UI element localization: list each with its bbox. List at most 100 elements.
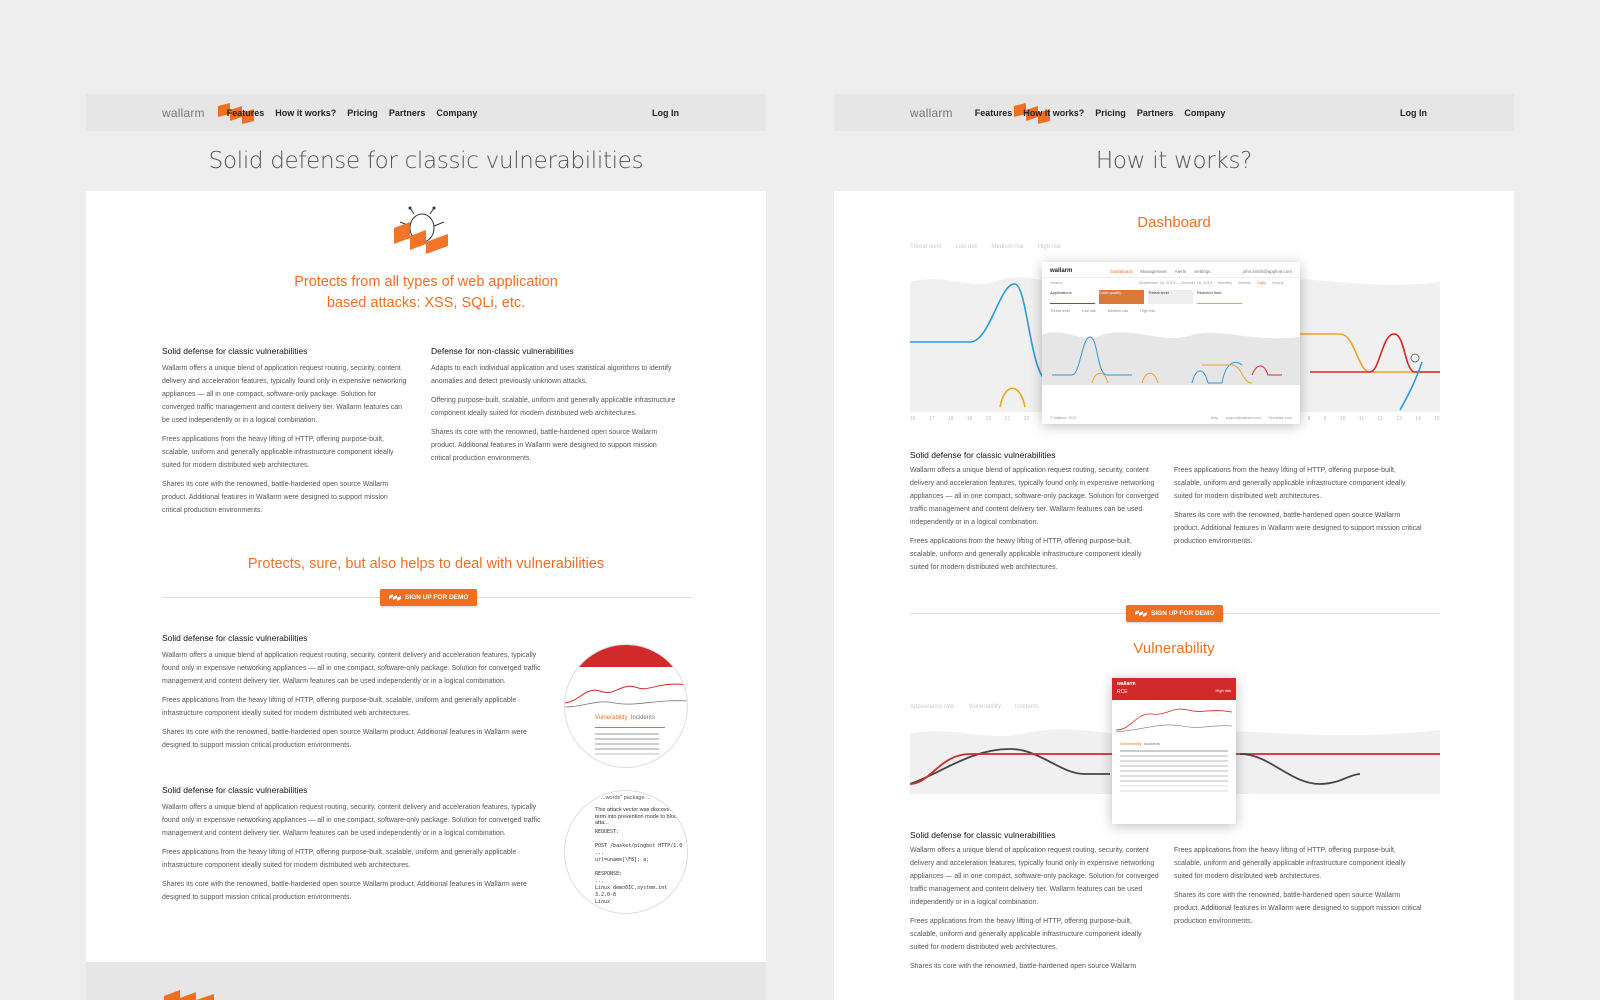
- how-it-works-page-mockup: wallarm Features How it works? Pricing P…: [834, 94, 1514, 1000]
- chart-tick-label: 19: [966, 416, 973, 422]
- wallarm-logo[interactable]: wallarm: [162, 106, 205, 120]
- signup-demo-button[interactable]: SIGN UP FOR DEMO: [380, 588, 478, 606]
- features-page-mockup: wallarm Features How it works? Pricing P…: [86, 94, 766, 1000]
- classic-defense-column: Solid defense for classic vulnerabilitie…: [162, 346, 407, 517]
- chart-tick-label: 9: [1323, 416, 1327, 422]
- nav-company[interactable]: Company: [1184, 108, 1225, 118]
- column-paragraph: Offering purpose-built, scalable, unifor…: [431, 397, 676, 417]
- mock-toolbar: Search September 16, 2013 — October 16, …: [1042, 277, 1300, 287]
- vuln-mock-text-lines: [1120, 750, 1228, 752]
- nav-pricing[interactable]: Pricing: [347, 108, 378, 118]
- nav-pricing[interactable]: Pricing: [1095, 108, 1126, 118]
- column-paragraph: Frees applications from the heavy liftin…: [162, 436, 394, 469]
- chart-tick-label: 15: [1434, 416, 1440, 422]
- attack-detail-circle: ...words" package ... This attack vector…: [564, 790, 688, 914]
- dashboard-heading: Dashboard: [1137, 214, 1211, 231]
- mock-legend: Threat level Low risk Medium risk High risk: [1050, 309, 1156, 313]
- chart-tick-label: 20: [985, 416, 992, 422]
- section-paragraph: Shares its core with the renowned, battl…: [910, 963, 1137, 970]
- bolt-icon: [1135, 610, 1147, 617]
- chart-tick-label: 8: [1307, 416, 1311, 422]
- vulnerability-screenshot: wallarm RCE High risk Vulnerability Inci…: [1112, 678, 1236, 824]
- block-title: Solid defense for classic vulnerabilitie…: [162, 785, 308, 795]
- section-paragraph: Frees applications from the heavy liftin…: [910, 538, 1142, 571]
- chart-tick-label: 12: [1377, 416, 1383, 422]
- top-nav: wallarm Features How it works? Pricing P…: [86, 94, 766, 131]
- feature-block: Solid defense for classic vulnerabilitie…: [162, 785, 552, 904]
- nav-partners[interactable]: Partners: [1137, 108, 1174, 118]
- section-paragraph: Frees applications from the heavy liftin…: [1174, 467, 1406, 500]
- code-line: RESPONSE:: [595, 871, 623, 877]
- column-paragraph: Shares its core with the renowned, battl…: [162, 481, 389, 514]
- column-title: Solid defense for classic vulnerabilitie…: [162, 346, 308, 356]
- column-paragraph: Shares its core with the renowned, battl…: [431, 429, 658, 462]
- vulnerability-preview-circle: Vulnerability Incidents: [564, 644, 688, 768]
- chart-tick-label: 11: [1358, 416, 1364, 422]
- code-line: ...: [595, 850, 605, 856]
- chart-tick-label: 18: [947, 416, 954, 422]
- wallarm-logo[interactable]: wallarm: [910, 106, 953, 120]
- column-paragraph: Adapts to each individual application an…: [431, 365, 672, 385]
- preview-chart: [565, 683, 687, 708]
- block-paragraph: Wallarm offers a unique blend of applica…: [162, 804, 541, 837]
- mock-footer: © Wallarm, 2013 Help support@wallarm.com…: [1050, 416, 1292, 420]
- mock-cards: Applications Code quality Threat level R…: [1042, 287, 1300, 307]
- block-paragraph: Shares its core with the renowned, battl…: [162, 729, 527, 749]
- non-classic-defense-column: Defense for non-classic vulnerabilities …: [431, 346, 676, 465]
- preview-tab-underline: [595, 727, 665, 728]
- dashboard-screenshot: wallarm Dashboard Management Alerts Sett…: [1042, 262, 1300, 424]
- nav-partners[interactable]: Partners: [389, 108, 426, 118]
- bug-shield-icon: [394, 206, 448, 254]
- nav-features[interactable]: Features: [227, 108, 265, 118]
- feature-block: Solid defense for classic vulnerabilitie…: [162, 633, 552, 752]
- chart-tick-label: 14: [1415, 416, 1421, 422]
- signup-demo-button[interactable]: SIGN UP FOR DEMO: [1126, 604, 1224, 622]
- section-paragraph: Frees applications from the heavy liftin…: [1174, 847, 1406, 880]
- block-paragraph: Frees applications from the heavy liftin…: [162, 697, 517, 717]
- nav-how-it-works[interactable]: How it works?: [275, 108, 336, 118]
- chart-tick-label: 17: [928, 416, 935, 422]
- mock-header: wallarm Dashboard Management Alerts Sett…: [1050, 268, 1292, 274]
- block-paragraph: Wallarm offers a unique blend of applica…: [162, 652, 541, 685]
- vuln-mock-header: wallarm RCE High risk: [1112, 678, 1236, 700]
- chart-tick-label: 16: [910, 416, 916, 422]
- section-paragraph: Shares its core with the renowned, battl…: [1174, 512, 1422, 545]
- preview-header: [565, 645, 687, 667]
- page-title: How it works?: [834, 131, 1514, 191]
- block-paragraph: Shares its core with the renowned, battl…: [162, 881, 527, 901]
- chart-tick-label: 21: [1004, 416, 1011, 422]
- section-column: Wallarm offers a unique blend of applica…: [910, 838, 1160, 973]
- nav-company[interactable]: Company: [436, 108, 477, 118]
- block-paragraph: Frees applications from the heavy liftin…: [162, 849, 517, 869]
- hero-headline: Protects from all types of web applicati…: [294, 274, 558, 311]
- column-title: Defense for non-classic vulnerabilities: [431, 346, 574, 356]
- chart-tick-label: 13: [1396, 416, 1402, 422]
- vuln-mock-chart: [1115, 708, 1233, 733]
- page-title: Solid defense for classic vulnerabilitie…: [86, 131, 766, 191]
- section-headline: Protects, sure, but also helps to deal w…: [247, 556, 605, 572]
- bolt-icon: [389, 594, 401, 601]
- section-paragraph: Wallarm offers a unique blend of applica…: [910, 467, 1159, 526]
- section-column: Frees applications from the heavy liftin…: [1174, 458, 1424, 548]
- nav-how-it-works[interactable]: How it works?: [1023, 108, 1084, 118]
- code-line: ...: [595, 878, 605, 884]
- code-line: REQUEST:: [595, 829, 620, 835]
- top-nav: wallarm Features How it works? Pricing P…: [834, 94, 1514, 131]
- section-column: Wallarm offers a unique blend of applica…: [910, 458, 1160, 574]
- footer-band: [86, 962, 766, 1000]
- login-link[interactable]: Log In: [652, 108, 679, 118]
- code-line: Linux demo0IC.system.int 3.2.0-8: [595, 885, 668, 898]
- code-line: POST /basket/pingbot HTTP/1.0: [595, 843, 683, 849]
- section-paragraph: Wallarm offers a unique blend of applica…: [910, 847, 1159, 906]
- login-link[interactable]: Log In: [1400, 108, 1427, 118]
- code-line: ...: [595, 906, 605, 912]
- mock-threat-chart: [1042, 332, 1300, 385]
- chart-tick-label: 22: [1023, 416, 1030, 422]
- request-response-code: REQUEST: POST /basket/pingbot HTTP/1.0..…: [595, 829, 687, 913]
- nav-features[interactable]: Features: [975, 108, 1013, 118]
- section-paragraph: Frees applications from the heavy liftin…: [910, 918, 1142, 951]
- column-paragraph: Wallarm offers a unique blend of applica…: [162, 365, 407, 424]
- section-paragraph: Shares its core with the renowned, battl…: [1174, 892, 1422, 925]
